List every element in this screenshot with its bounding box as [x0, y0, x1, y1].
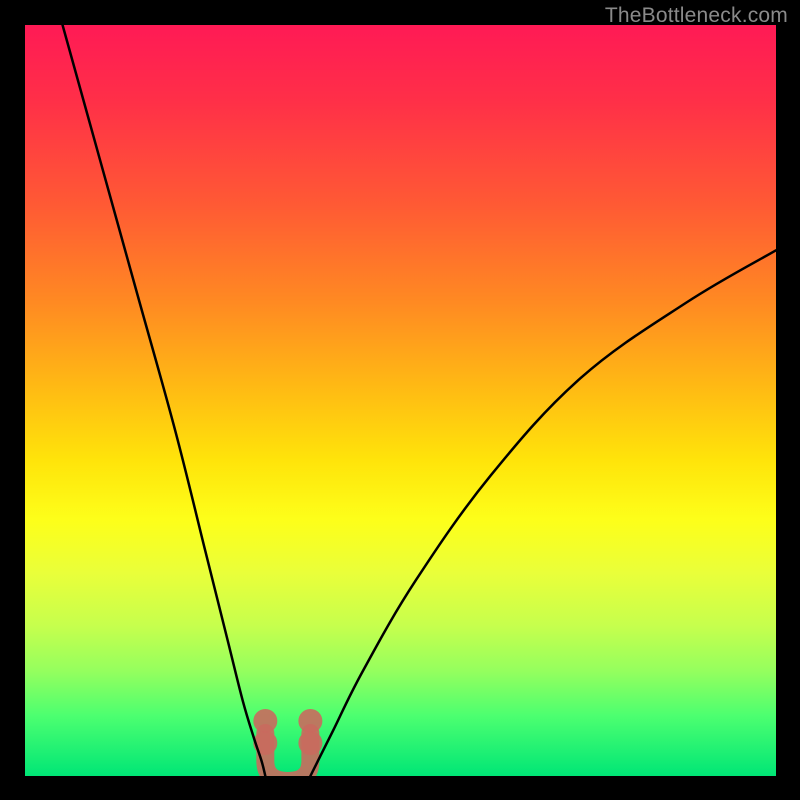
curve-right	[310, 250, 776, 776]
bead-left-top	[253, 709, 277, 733]
plot-area	[25, 25, 776, 776]
curve-layer	[25, 25, 776, 776]
watermark-text: TheBottleneck.com	[605, 4, 788, 28]
bead-right-top	[298, 709, 322, 733]
curve-left	[63, 25, 266, 776]
bead-right-bot	[298, 731, 322, 755]
chart-root: TheBottleneck.com	[0, 0, 800, 800]
bead-left-bot	[253, 731, 277, 755]
